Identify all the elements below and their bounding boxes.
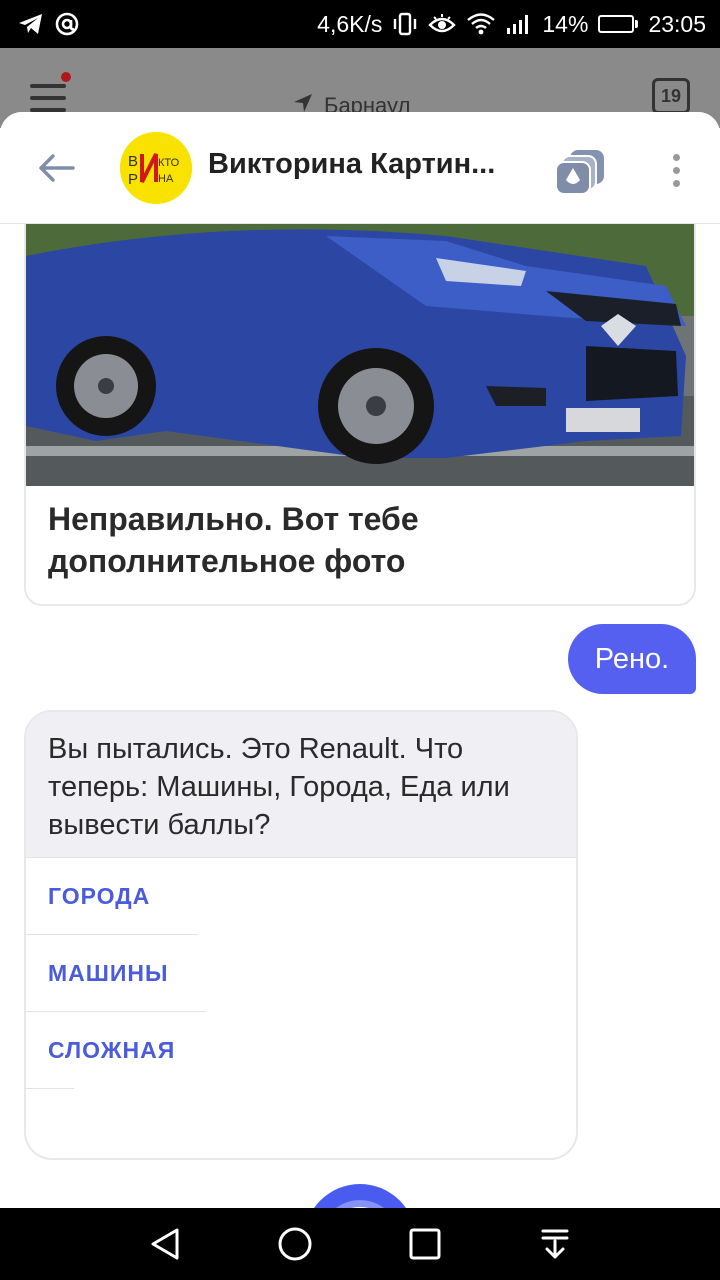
status-left <box>18 11 80 37</box>
bot-message-text: Вы пытались. Это Renault. Что теперь: Ма… <box>26 712 576 858</box>
cards-icon <box>555 150 604 195</box>
arrow-left-icon <box>39 154 75 182</box>
more-dot-icon <box>672 179 680 187</box>
battery-percent: 14% <box>542 10 589 37</box>
skill-cards-button[interactable] <box>552 146 608 196</box>
more-menu-button[interactable] <box>660 148 692 192</box>
divider <box>26 1088 74 1089</box>
back-triangle-icon <box>151 1228 179 1260</box>
alice-voice-button[interactable] <box>304 1184 416 1208</box>
suggest-cities-button[interactable]: ГОРОДА <box>26 858 576 934</box>
more-dot-icon <box>672 166 680 174</box>
clock: 23:05 <box>648 10 706 37</box>
car-photo[interactable] <box>26 224 694 486</box>
suggest-list: ГОРОДА МАШИНЫ СЛОЖНАЯ <box>26 858 576 1089</box>
calendar-icon: 19 <box>652 78 690 114</box>
telegram-icon <box>18 13 44 35</box>
signal-icon <box>506 13 532 35</box>
home-circle-icon <box>278 1227 312 1261</box>
vibrate-icon <box>392 12 418 36</box>
nav-home-button[interactable] <box>271 1220 319 1268</box>
recents-square-icon <box>409 1228 441 1260</box>
alice-sheet: В Р КТО НА Викторина Картин... Неправиль… <box>0 112 720 1208</box>
back-button[interactable] <box>34 148 78 188</box>
user-message-bubble: Рено. <box>568 624 696 694</box>
svg-text:Р: Р <box>128 171 138 188</box>
at-sign-icon <box>54 11 80 37</box>
skill-avatar[interactable]: В Р КТО НА <box>120 132 192 204</box>
screen: 4,6K/s 14% 23:05 Барнаул 19 В Р КТО НА В… <box>0 0 720 1280</box>
notification-dot <box>61 72 71 82</box>
user-message-text: Рено. <box>594 642 670 675</box>
navigation-bar <box>0 1208 720 1280</box>
wifi-icon <box>466 12 496 36</box>
quiz-logo-icon: В Р КТО НА <box>120 132 192 204</box>
nav-recents-button[interactable] <box>401 1220 449 1268</box>
photo-card: Неправильно. Вот тебе дополнительное фот… <box>24 224 696 606</box>
nav-notifications-button[interactable] <box>531 1220 579 1268</box>
svg-text:КТО: КТО <box>158 157 180 169</box>
notifications-down-icon <box>541 1229 569 1259</box>
svg-text:НА: НА <box>158 173 174 185</box>
skill-header: В Р КТО НА Викторина Картин... <box>0 112 720 224</box>
more-dot-icon <box>672 153 680 161</box>
chat-area[interactable]: Неправильно. Вот тебе дополнительное фот… <box>0 224 720 1208</box>
network-speed: 4,6K/s <box>317 10 383 37</box>
eye-icon <box>428 13 457 35</box>
renault-car-image <box>26 224 694 486</box>
status-right: 4,6K/s 14% 23:05 <box>317 11 706 38</box>
svg-text:В: В <box>128 153 138 170</box>
photo-card-text: Неправильно. Вот тебе дополнительное фот… <box>48 501 419 579</box>
suggest-hard-button[interactable]: СЛОЖНАЯ <box>26 1012 576 1088</box>
bot-response-card: Вы пытались. Это Renault. Что теперь: Ма… <box>24 710 578 1160</box>
status-bar: 4,6K/s 14% 23:05 <box>0 0 720 48</box>
battery-icon <box>598 15 639 33</box>
nav-back-button[interactable] <box>141 1220 189 1268</box>
alice-ring-icon <box>320 1200 400 1208</box>
skill-title: Викторина Картин... <box>208 148 496 180</box>
suggest-cars-button[interactable]: МАШИНЫ <box>26 935 576 1011</box>
